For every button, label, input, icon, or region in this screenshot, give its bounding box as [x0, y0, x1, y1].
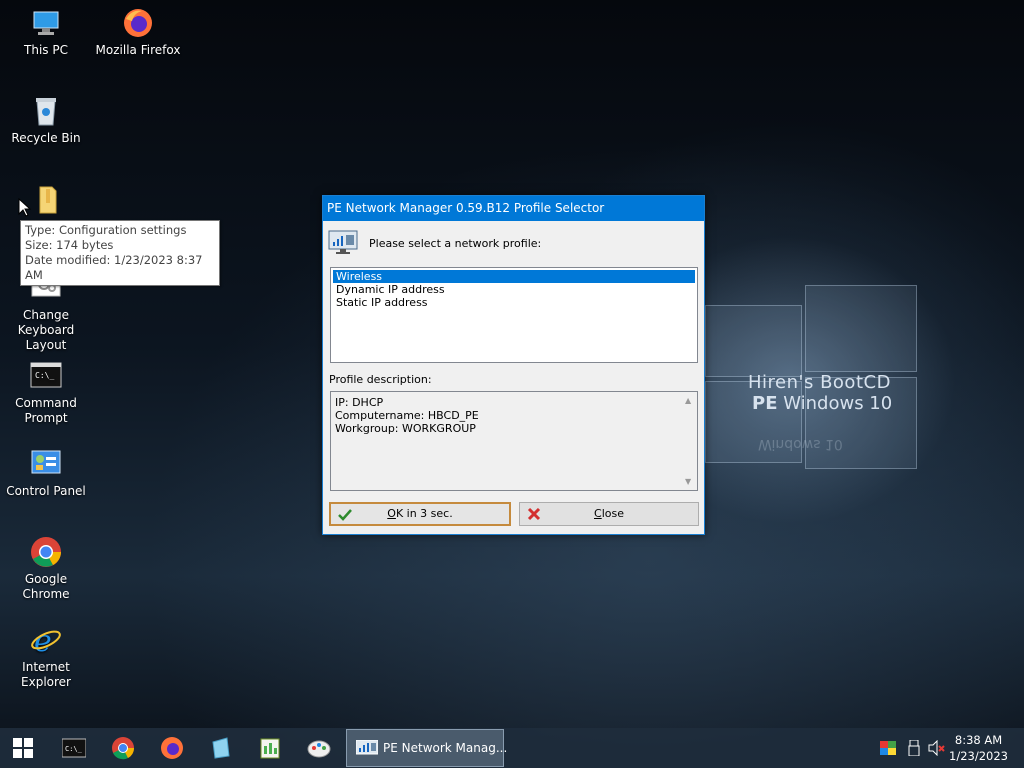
desktop-icon-google-chrome[interactable]: Google Chrome [0, 536, 92, 602]
scroll-down-icon[interactable]: ▼ [685, 475, 691, 488]
chrome-icon [112, 737, 135, 760]
taskbar-command-prompt[interactable]: C:\_ [51, 728, 97, 768]
folder-icon [30, 183, 62, 215]
usb-icon [908, 740, 920, 756]
taskbar-chrome[interactable] [100, 728, 146, 768]
profile-listbox[interactable]: Wireless Dynamic IP address Static IP ad… [330, 267, 698, 363]
profile-item-dynamic-ip[interactable]: Dynamic IP address [333, 283, 695, 296]
start-icon [13, 738, 33, 758]
control-panel-icon [30, 448, 62, 480]
desktop-icon-command-prompt[interactable]: C:\_ Command Prompt [0, 360, 92, 426]
color-icon [880, 741, 896, 755]
taskbar-clock[interactable]: 8:38 AM 1/23/2023 [949, 732, 1008, 764]
taskbar-firefox[interactable] [149, 728, 195, 768]
desktop-icon-internet-explorer[interactable]: e Internet Explorer [0, 624, 92, 690]
taskbar-notepad[interactable] [198, 728, 244, 768]
desktop-icon-recycle-bin[interactable]: Recycle Bin [0, 95, 92, 146]
taskbar-pe-network-manager[interactable]: PE Network Manag... [346, 729, 507, 767]
svg-text:C:\_: C:\_ [65, 745, 83, 753]
profile-item-wireless[interactable]: Wireless [333, 270, 695, 283]
tooltip-type: Type: Configuration settings [25, 223, 187, 237]
ok-button[interactable]: OK in 3 sec. [329, 502, 511, 526]
wallpaper-brand: Hiren's BootCD PE Windows 10 [748, 372, 893, 414]
close-button[interactable]: Close [519, 502, 699, 526]
desktop-icon-control-panel[interactable]: Control Panel [0, 448, 92, 499]
mouse-pointer-icon [18, 198, 32, 217]
checkmark-icon [338, 509, 352, 521]
tooltip-modified: Date modified: 1/23/2023 8:37 AM [25, 253, 203, 282]
tray-usb-icon[interactable] [904, 728, 924, 768]
svg-text:C:\_: C:\_ [35, 371, 54, 380]
prompt-label: Please select a network profile: [369, 237, 542, 250]
close-icon [527, 507, 541, 521]
this-pc-icon [30, 7, 62, 39]
scroll-up-icon[interactable]: ▲ [685, 394, 691, 407]
profile-selector-dialog: PE Network Manager 0.59.B12 Profile Sele… [322, 195, 705, 535]
desktop-icon-this-pc[interactable]: This PC [0, 7, 92, 58]
taskbar-paint[interactable] [296, 728, 342, 768]
clock-time: 8:38 AM [954, 733, 1003, 747]
network-manager-icon [328, 230, 358, 254]
registry-icon [260, 738, 280, 759]
firefox-icon [122, 7, 154, 39]
start-button[interactable] [0, 728, 46, 768]
command-prompt-icon: C:\_ [62, 738, 86, 758]
recycle-bin-icon [30, 95, 62, 127]
internet-explorer-icon: e [30, 624, 62, 659]
tray-color-icon[interactable] [878, 728, 898, 768]
clock-date: 1/23/2023 [949, 749, 1008, 763]
taskbar-registry[interactable] [247, 728, 293, 768]
notepad-icon [212, 737, 230, 759]
tooltip-size: Size: 174 bytes [25, 238, 114, 252]
paint-icon [307, 740, 331, 758]
tray-volume-icon[interactable] [926, 728, 948, 768]
firefox-icon [161, 737, 183, 759]
description-line: Computername: HBCD_PE [335, 409, 479, 422]
description-label: Profile description: [329, 373, 432, 386]
profile-item-static-ip[interactable]: Static IP address [333, 296, 695, 309]
description-scrollbar[interactable]: ▲ ▼ [682, 392, 697, 490]
desktop-icon-config-file[interactable] [0, 183, 92, 219]
wallpaper-brand-reflection: Windows 10 [758, 436, 843, 452]
volume-muted-icon [928, 740, 945, 756]
command-prompt-icon: C:\_ [30, 360, 62, 392]
chrome-icon [30, 536, 62, 568]
network-manager-icon [356, 740, 378, 755]
description-box: IP: DHCP Computername: HBCD_PE Workgroup… [330, 391, 698, 491]
file-tooltip: Type: Configuration settings Size: 174 b… [20, 220, 220, 286]
dialog-title[interactable]: PE Network Manager 0.59.B12 Profile Sele… [323, 196, 704, 221]
taskbar: C:\_ PE Network Manag... 8:38 AM 1/23/20… [0, 728, 1024, 768]
description-line: Workgroup: WORKGROUP [335, 422, 476, 435]
description-line: IP: DHCP [335, 396, 384, 409]
desktop-icon-firefox[interactable]: Mozilla Firefox [92, 7, 184, 58]
